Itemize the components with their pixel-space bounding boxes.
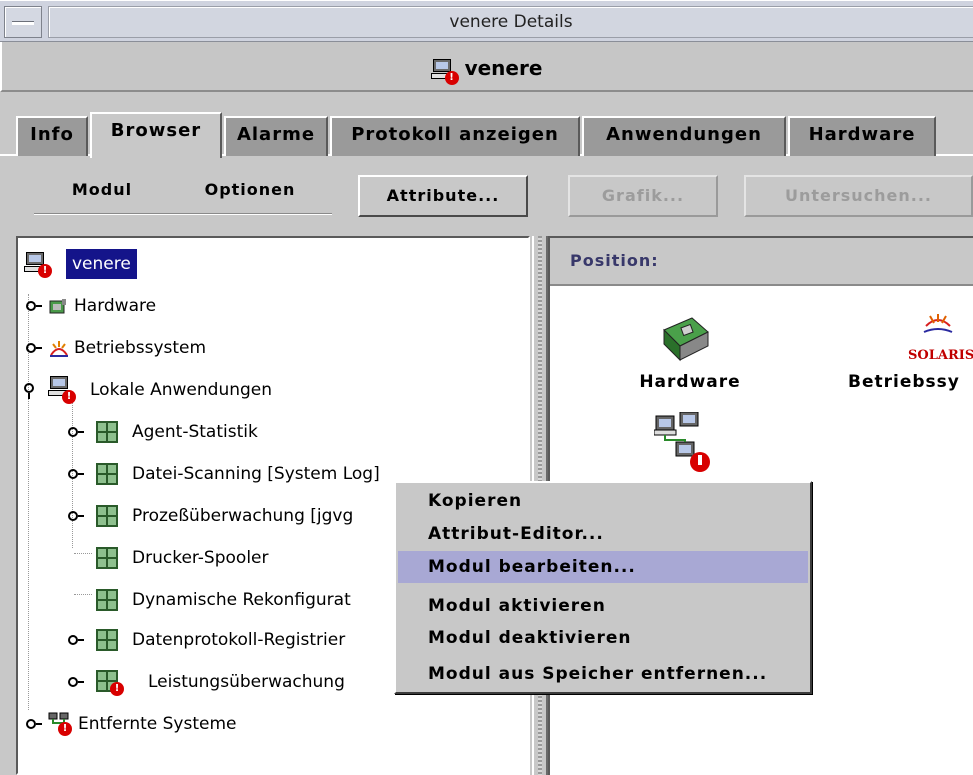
expand-toggle-icon[interactable]	[68, 509, 84, 523]
tree-root[interactable]: ! venere	[18, 248, 518, 280]
tree-item-agent-statistik[interactable]: Agent-Statistik	[18, 416, 518, 448]
tab-alarme[interactable]: Alarme	[224, 116, 328, 156]
detail-item-hardware-label: Hardware	[639, 372, 741, 392]
tree-item-entfernte-systeme[interactable]: ! Entfernte Systeme	[18, 708, 518, 740]
expand-toggle-icon[interactable]	[68, 675, 84, 689]
tree-root-label[interactable]: venere	[66, 249, 137, 279]
expand-toggle-icon[interactable]	[26, 341, 42, 355]
hardware-icon	[48, 296, 74, 318]
module-icon	[96, 463, 118, 485]
ctx-item-kopieren[interactable]: Kopieren	[398, 485, 808, 517]
window-menu-button[interactable]	[4, 6, 42, 38]
remote-systems-icon: !	[48, 710, 74, 736]
ctx-item-modul-aktivieren[interactable]: Modul aktivieren	[398, 590, 808, 622]
host-computer-icon: !	[24, 252, 52, 278]
tree-item-lokale-anwendungen[interactable]: ! Lokale Anwendungen	[18, 374, 518, 406]
tab-browser[interactable]: Browser	[90, 112, 222, 158]
solaris-large-icon[interactable]: SOLARIS	[904, 312, 973, 370]
module-icon	[96, 421, 118, 443]
host-header: ! venere	[0, 50, 973, 86]
ctx-item-modul-bearbeiten[interactable]: Modul bearbeiten...	[398, 551, 808, 583]
module-icon	[96, 547, 118, 569]
expand-toggle-icon[interactable]	[68, 467, 84, 481]
menu-modul[interactable]: Modul	[48, 175, 156, 207]
tree-item-hardware[interactable]: Hardware	[18, 290, 518, 322]
expand-toggle-icon[interactable]	[26, 299, 42, 313]
module-icon	[96, 589, 118, 611]
window-title: venere Details	[48, 6, 973, 38]
tab-anwendungen[interactable]: Anwendungen	[582, 116, 786, 156]
detail-item-betriebssystem-label: Betriebssy	[848, 372, 960, 392]
alarm-badge-icon: !	[110, 682, 124, 696]
attribute-button[interactable]: Attribute...	[358, 175, 528, 217]
expand-toggle-icon[interactable]	[68, 633, 84, 647]
menu-optionen[interactable]: Optionen	[180, 175, 320, 207]
tree-item-betriebssystem[interactable]: Betriebssystem	[18, 332, 518, 364]
host-computer-icon: !	[430, 57, 459, 85]
tab-hardware[interactable]: Hardware	[788, 116, 936, 156]
ctx-item-modul-entfernen[interactable]: Modul aus Speicher entfernen...	[398, 658, 808, 690]
module-icon	[96, 629, 118, 651]
solaris-sun-icon	[48, 338, 74, 360]
expand-toggle-icon[interactable]	[68, 425, 84, 439]
module-icon	[96, 505, 118, 527]
solaris-logo-text: SOLARIS	[908, 348, 973, 363]
position-label: Position:	[570, 251, 659, 270]
local-apps-large-icon[interactable]	[653, 411, 714, 476]
menubar-separator	[34, 213, 332, 215]
tab-info[interactable]: Info	[16, 116, 88, 156]
host-name: venere	[464, 56, 543, 80]
local-apps-icon: !	[48, 376, 76, 404]
untersuchen-button[interactable]: Untersuchen...	[744, 175, 973, 217]
collapse-toggle-icon[interactable]	[24, 383, 38, 399]
ctx-item-attribut-editor[interactable]: Attribut-Editor...	[398, 518, 808, 550]
grafik-button[interactable]: Grafik...	[568, 175, 718, 217]
expand-toggle-icon[interactable]	[26, 717, 42, 731]
tab-protokoll-anzeigen[interactable]: Protokoll anzeigen	[330, 116, 580, 156]
ctx-item-modul-deaktivieren[interactable]: Modul deaktivieren	[398, 622, 808, 654]
hardware-large-icon[interactable]	[652, 312, 716, 368]
